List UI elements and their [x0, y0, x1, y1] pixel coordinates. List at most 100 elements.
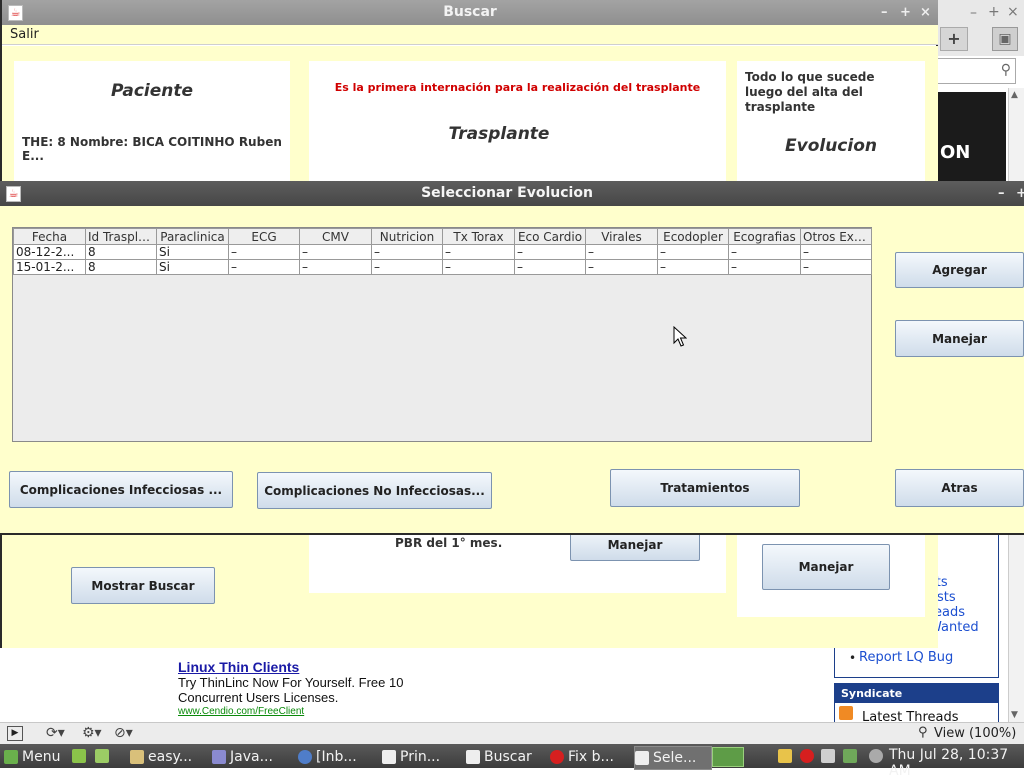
report-bug-link[interactable]: Report LQ Bug [859, 650, 953, 665]
ad-title-link[interactable]: Linux Thin Clients [178, 659, 299, 675]
table-cell[interactable]: – [299, 244, 372, 260]
column-header[interactable]: Virales [585, 228, 658, 245]
menu-salir[interactable]: Salir [10, 27, 39, 42]
evolucion-title-bar[interactable]: ☕ Seleccionar Evolucion – + [0, 181, 1024, 206]
maximize-icon[interactable]: + [1016, 181, 1024, 206]
table-cell[interactable]: – [585, 244, 658, 260]
clock[interactable]: Thu Jul 28, 10:37 AM [889, 747, 1024, 779]
table-cell[interactable]: 8 [85, 244, 157, 260]
table-cell[interactable]: – [228, 259, 300, 275]
manejar-button[interactable]: Manejar [895, 320, 1024, 357]
browser-maximize-icon[interactable]: + [988, 4, 1000, 20]
mint-logo-icon [4, 750, 18, 764]
volume-tray-icon[interactable] [869, 749, 883, 763]
taskbar-item-easy[interactable]: easy... [130, 746, 204, 768]
table-cell[interactable]: – [371, 244, 443, 260]
maximize-icon[interactable]: + [900, 0, 911, 25]
column-header[interactable]: Id Traspla... [85, 228, 157, 245]
buscar-title-bar[interactable]: ☕ Buscar – + × [2, 0, 938, 25]
close-icon[interactable]: × [920, 0, 931, 25]
paciente-heading: Paciente [110, 81, 194, 101]
atras-button[interactable]: Atras [895, 469, 1024, 507]
browser-minimize-icon[interactable]: – [970, 5, 977, 21]
table-cell[interactable]: Si [156, 244, 229, 260]
terminal-launcher-icon[interactable] [72, 749, 86, 763]
browser-search-input[interactable]: ⚲ [936, 58, 1016, 84]
column-header[interactable]: Fecha [13, 228, 86, 245]
column-header[interactable]: Ecografias [728, 228, 801, 245]
tratamientos-button[interactable]: Tratamientos [610, 469, 800, 507]
minimize-icon[interactable]: – [998, 181, 1005, 206]
table-cell[interactable]: 15-01-2... [13, 259, 86, 275]
table-cell[interactable]: – [728, 244, 801, 260]
zoom-icon[interactable]: ⚲ [918, 725, 928, 740]
shield-tray-icon[interactable] [821, 749, 835, 763]
taskbar-item-label: [Inb... [316, 749, 357, 765]
column-header[interactable]: CMV [299, 228, 372, 245]
update-tray-icon[interactable] [843, 749, 857, 763]
taskbar-item-prin[interactable]: Prin... [382, 746, 458, 768]
column-header[interactable]: Ecodopler [657, 228, 729, 245]
taskbar-item-java[interactable]: Java... [212, 746, 288, 768]
opera-tray-icon[interactable] [800, 749, 814, 763]
workspace-switcher-icon[interactable] [712, 747, 744, 767]
table-cell[interactable]: – [657, 244, 729, 260]
evolucion-table-grid[interactable]: Fecha Id Traspla... Paraclinica ECG CMV … [13, 228, 872, 275]
taskbar-item-sele[interactable]: Sele... [634, 746, 712, 770]
paciente-panel: Paciente THE: 8 Nombre: BICA COITINHO Ru… [14, 61, 290, 181]
new-tab-button[interactable]: + [940, 27, 968, 51]
taskbar-item-buscar[interactable]: Buscar [466, 746, 542, 768]
table-row[interactable]: 15-01-2... 8 Si – – – – – – – – – [13, 259, 872, 275]
minimize-icon[interactable]: – [881, 0, 888, 25]
table-cell[interactable]: – [371, 259, 443, 275]
complicaciones-infecciosas-button[interactable]: Complicaciones Infecciosas ... [9, 471, 233, 508]
sync-icon[interactable]: ⟳▾ [46, 725, 65, 741]
table-cell[interactable]: – [514, 244, 586, 260]
table-cell[interactable]: – [728, 259, 801, 275]
table-cell[interactable]: 8 [85, 259, 157, 275]
column-header[interactable]: Nutricion [371, 228, 443, 245]
complicaciones-no-infecciosas-button[interactable]: Complicaciones No Infecciosas... [257, 472, 492, 509]
block-icon[interactable]: ⊘▾ [114, 725, 133, 741]
tab-list-button[interactable]: ▣ [992, 27, 1018, 51]
files-launcher-icon[interactable] [95, 749, 109, 763]
ad-url-link[interactable]: www.Cendio.com/FreeClient [178, 706, 304, 717]
column-header[interactable]: Paraclinica [156, 228, 229, 245]
column-header[interactable]: Otros Exa... [800, 228, 872, 245]
table-cell[interactable]: – [585, 259, 658, 275]
taskbar-item-opera[interactable]: Fix b... [550, 746, 628, 768]
sidebar-toggle-icon[interactable]: ▶ [7, 726, 23, 741]
column-header[interactable]: ECG [228, 228, 300, 245]
search-icon[interactable]: ⚲ [1001, 62, 1011, 78]
zoom-level[interactable]: View (100%) [934, 726, 1016, 741]
table-cell[interactable]: – [800, 244, 872, 260]
table-cell[interactable]: – [442, 244, 515, 260]
mostrar-buscar-button[interactable]: Mostrar Buscar [71, 567, 215, 604]
table-cell[interactable]: – [299, 259, 372, 275]
evolucion-table[interactable]: Fecha Id Traspla... Paraclinica ECG CMV … [12, 227, 872, 442]
table-cell[interactable]: – [800, 259, 872, 275]
table-cell[interactable]: – [657, 259, 729, 275]
dark-banner-ad[interactable]: ON [936, 92, 1006, 184]
table-cell[interactable]: Si [156, 259, 229, 275]
start-menu-label: Menu [22, 749, 61, 765]
agregar-button[interactable]: Agregar [895, 252, 1024, 288]
taskbar-item-inbox[interactable]: [Inb... [298, 746, 374, 768]
table-row[interactable]: 08-12-2... 8 Si – – – – – – – – – [13, 244, 872, 260]
start-menu-button[interactable]: Menu [4, 746, 60, 768]
table-cell[interactable]: – [228, 244, 300, 260]
dark-banner-text: ON [940, 142, 971, 163]
column-header[interactable]: Tx Torax [442, 228, 515, 245]
taskbar-item-label: easy... [148, 749, 193, 765]
column-header[interactable]: Eco Cardio [514, 228, 586, 245]
scroll-up-icon[interactable]: ▲ [1011, 90, 1018, 100]
table-cell[interactable]: – [442, 259, 515, 275]
network-icon[interactable]: ⚙▾ [82, 725, 102, 741]
manejar-evolucion-button[interactable]: Manejar [762, 544, 890, 590]
taskbar-item-label: Fix b... [568, 749, 614, 765]
browser-close-icon[interactable]: × [1007, 4, 1019, 20]
table-cell[interactable]: 08-12-2... [13, 244, 86, 260]
notes-tray-icon[interactable] [778, 749, 792, 763]
table-cell[interactable]: – [514, 259, 586, 275]
scroll-down-icon[interactable]: ▼ [1011, 710, 1018, 720]
